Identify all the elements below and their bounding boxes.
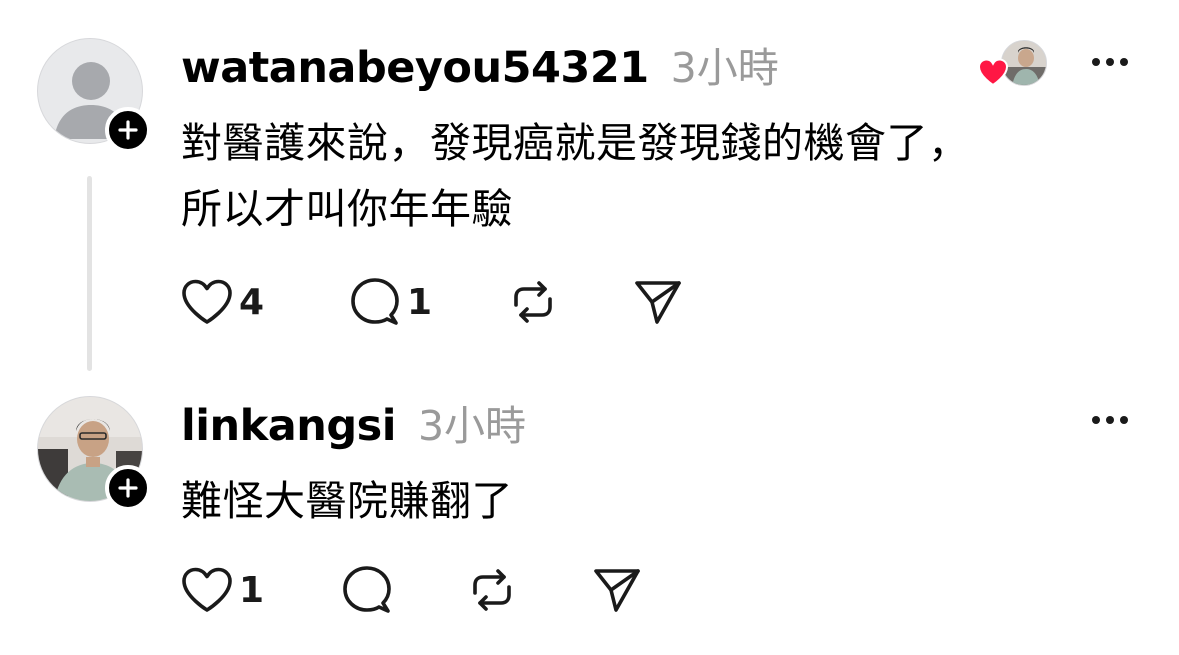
heart-outline-icon (182, 279, 232, 324)
reply-button[interactable]: 1 (349, 276, 507, 328)
heart-filled-icon (977, 58, 1009, 86)
repost-arrows-icon (514, 281, 552, 323)
repost-button[interactable] (466, 564, 591, 616)
ellipsis-icon (1092, 58, 1128, 66)
follow-button[interactable] (105, 107, 151, 153)
ellipsis-icon (1092, 416, 1128, 424)
repost-button[interactable] (507, 276, 632, 328)
timestamp: 3小時 (670, 44, 779, 92)
post-text: 難怪大醫院賺翻了 (181, 477, 513, 525)
like-button[interactable]: 4 (181, 276, 349, 328)
heart-outline-icon (182, 567, 232, 612)
post-text: 對醫護來說，發現癌就是發現錢的機會了， 所以才叫你年年驗 (181, 119, 970, 233)
like-count: 4 (239, 281, 265, 323)
post-header: watanabeyou54321 3小時 (181, 34, 779, 94)
paper-plane-icon (635, 281, 681, 324)
reply-post: linkangsi 3小時 難怪大醫院賺翻了 1 (0, 380, 1179, 655)
speech-bubble-icon (343, 566, 391, 613)
paper-plane-icon (594, 569, 640, 612)
more-options-button[interactable] (1088, 410, 1132, 430)
action-bar: 1 (181, 564, 643, 616)
author-liked-indicator (977, 40, 1049, 90)
action-bar: 4 1 (181, 276, 684, 328)
share-button[interactable] (591, 564, 643, 616)
follow-button[interactable] (105, 465, 151, 511)
plus-icon (118, 478, 138, 498)
thread-line (87, 176, 92, 371)
username[interactable]: linkangsi (181, 401, 396, 451)
plus-icon (118, 120, 138, 140)
like-count: 1 (239, 569, 265, 611)
repost-arrows-icon (473, 569, 511, 611)
share-button[interactable] (632, 276, 684, 328)
username[interactable]: watanabeyou54321 (181, 43, 649, 93)
like-button[interactable]: 1 (181, 564, 341, 616)
reply-post: watanabeyou54321 3小時 對醫護來說，發現癌就是發現錢的機會了，… (0, 0, 1179, 371)
post-header: linkangsi 3小時 (181, 392, 526, 452)
reply-count: 1 (407, 281, 433, 323)
speech-bubble-icon (351, 278, 399, 325)
more-options-button[interactable] (1088, 52, 1132, 72)
reply-button[interactable] (341, 564, 466, 616)
timestamp: 3小時 (417, 402, 527, 450)
